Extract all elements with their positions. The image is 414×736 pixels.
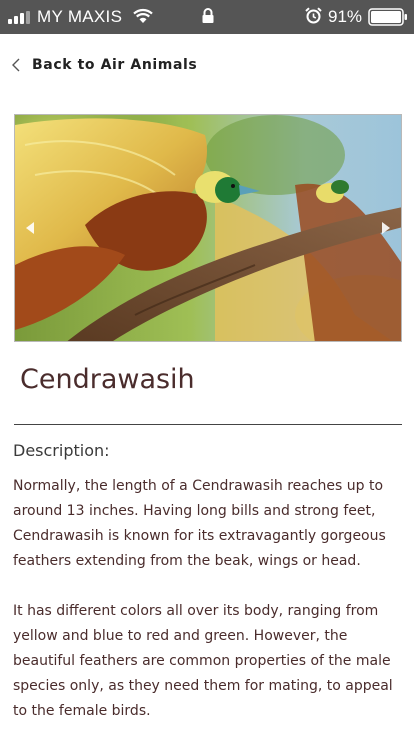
carousel-prev-icon[interactable] [23,217,37,239]
divider [14,424,402,425]
back-label: Back to Air Animals [32,57,198,73]
bird-of-paradise-photo [15,115,401,341]
animal-name: Cendrawasih [20,364,195,395]
wifi-icon [133,8,153,23]
description-paragraph: Normally, the length of a Cendrawasih re… [13,478,386,569]
status-bar: MY MAXIS 91% [0,0,414,34]
battery-percent: 91% [328,7,363,26]
chevron-left-icon [12,58,20,72]
carousel-next-icon[interactable] [379,217,393,239]
lock-icon [202,8,214,23]
battery-icon [368,8,407,26]
description-heading: Description: [13,441,110,460]
signal-bars-icon [8,11,30,24]
description-paragraph: It has different colors all over its bod… [13,603,393,719]
back-button[interactable]: Back to Air Animals [10,52,197,78]
image-carousel[interactable] [14,114,402,342]
alarm-icon [305,7,322,24]
carrier-name: MY MAXIS [37,7,123,26]
